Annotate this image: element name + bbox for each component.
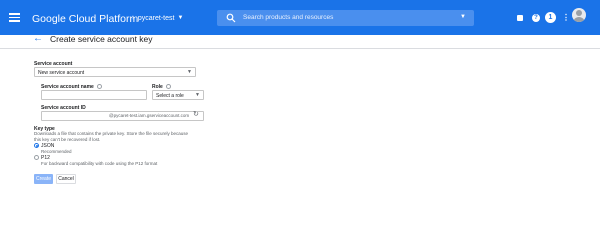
project-selector[interactable]: ⁘ pycaret-test ▼ [130, 14, 184, 23]
app-bar: Google Cloud Platform ⁘ pycaret-test ▼ S… [0, 0, 600, 35]
radio-p12[interactable] [34, 155, 39, 160]
key-type-description: Downloads a file that contains the priva… [34, 131, 189, 142]
brand-title[interactable]: Google Cloud Platform [32, 13, 138, 25]
search-expand-icon: ▼ [460, 14, 466, 20]
more-vert-icon[interactable]: ⋮ [562, 13, 570, 22]
option-json-sublabel: Recommended [41, 149, 72, 154]
help-icon[interactable]: ? [532, 14, 540, 22]
service-account-select[interactable]: New service account ▼ [34, 67, 196, 77]
service-account-value: New service account [38, 69, 85, 76]
help-icon[interactable] [96, 84, 102, 90]
divider [0, 48, 600, 49]
chevron-down-icon: ▼ [187, 69, 192, 75]
role-value: Select a role [156, 92, 184, 99]
page-title: Create service account key [50, 34, 153, 44]
search-placeholder: Search products and resources [243, 14, 334, 21]
create-button[interactable]: Create [34, 174, 53, 184]
help-icon[interactable] [165, 84, 171, 90]
chevron-down-icon: ▼ [177, 15, 184, 21]
search-bar[interactable]: Search products and resources ▼ [217, 10, 474, 26]
radio-json[interactable] [34, 143, 39, 148]
refresh-icon[interactable]: ↻ [193, 110, 199, 118]
role-select[interactable]: Select a role ▼ [152, 90, 204, 100]
project-name: pycaret-test [137, 14, 175, 22]
service-account-name-input[interactable] [41, 90, 147, 100]
menu-icon[interactable] [9, 13, 20, 22]
arrow-back-icon[interactable]: ← [33, 33, 43, 44]
project-dots-icon: ⁘ [130, 15, 136, 22]
cloud-shell-icon[interactable] [517, 15, 523, 21]
option-p12-sublabel: For backward compatibility with code usi… [41, 161, 158, 166]
cancel-button[interactable]: Cancel [56, 174, 76, 184]
avatar[interactable] [572, 8, 586, 22]
chevron-down-icon: ▼ [195, 92, 200, 98]
notifications-icon[interactable]: 1 [545, 12, 556, 23]
search-icon [226, 13, 236, 23]
service-account-id-suffix: @pycaret-test.iam.gserviceaccount.com [109, 113, 190, 118]
